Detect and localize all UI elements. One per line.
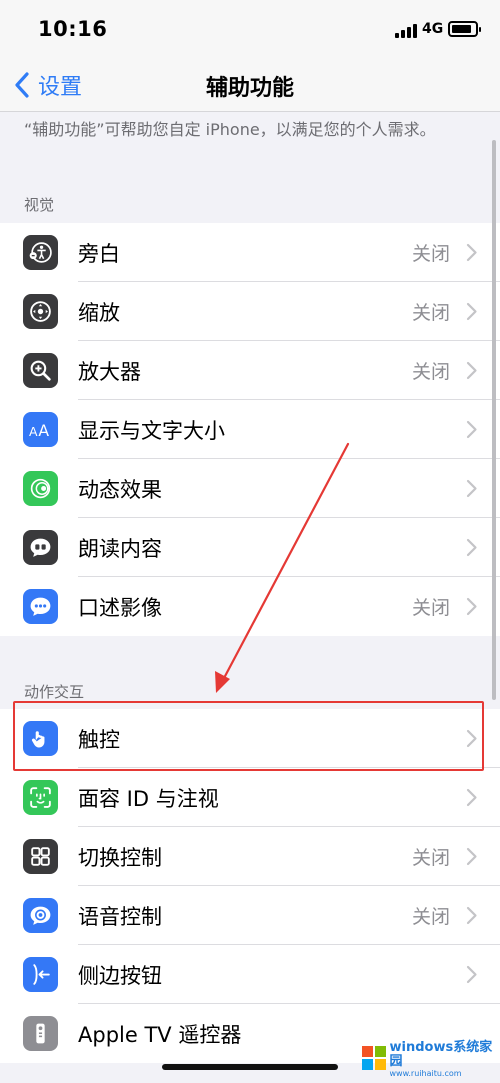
chevron-right-icon <box>466 538 477 557</box>
svg-text:A: A <box>38 422 49 440</box>
row-label: 旁白 <box>78 241 120 266</box>
switch-control-icon <box>23 839 58 874</box>
status-time: 10:16 <box>38 17 108 41</box>
chevron-right-icon <box>466 302 477 321</box>
svg-text:A: A <box>29 424 38 439</box>
section-header-physical-motor: 动作交互 <box>24 683 85 701</box>
chevron-right-icon <box>466 243 477 262</box>
row-value: 关闭 <box>411 847 450 869</box>
watermark: windows系统家园 www.ruihaitu.com <box>362 1040 494 1078</box>
row-label: 缩放 <box>78 300 120 325</box>
status-bar: 10:16 4G <box>0 0 500 58</box>
chevron-right-icon <box>466 965 477 984</box>
row-audio-descriptions[interactable]: 口述影像 关闭 <box>0 577 500 636</box>
row-magnifier[interactable]: 放大器 关闭 <box>0 341 500 400</box>
row-value: 关闭 <box>411 243 450 265</box>
windows-logo-icon <box>362 1046 386 1072</box>
chevron-right-icon <box>466 420 477 439</box>
text-size-icon: AA <box>23 412 58 447</box>
row-spoken-content[interactable]: 朗读内容 <box>0 518 500 577</box>
page-description: “辅助功能”可帮助您自定 iPhone，以满足您的个人需求。 <box>24 120 436 139</box>
row-label: 放大器 <box>78 359 141 384</box>
home-indicator[interactable] <box>162 1064 338 1070</box>
row-face-id-attention[interactable]: 面容 ID 与注视 <box>0 768 500 827</box>
chevron-right-icon <box>466 788 477 807</box>
row-motion[interactable]: 动态效果 <box>0 459 500 518</box>
row-label: 动态效果 <box>78 477 162 502</box>
row-label: 口述影像 <box>78 595 162 620</box>
row-value: 关闭 <box>411 597 450 619</box>
navigation-bar: 设置 辅助功能 <box>0 58 500 112</box>
row-voice-control[interactable]: 语音控制 关闭 <box>0 886 500 945</box>
row-value: 关闭 <box>411 361 450 383</box>
spoken-content-icon <box>23 530 58 565</box>
chevron-right-icon <box>466 479 477 498</box>
chevron-right-icon <box>466 847 477 866</box>
face-id-icon <box>23 780 58 815</box>
row-label: 面容 ID 与注视 <box>78 786 219 811</box>
row-label: 朗读内容 <box>78 536 162 561</box>
annotation-highlight-box <box>13 701 484 771</box>
motion-icon <box>23 471 58 506</box>
voice-control-icon <box>23 898 58 933</box>
network-type: 4G <box>422 21 444 37</box>
chevron-right-icon <box>466 597 477 616</box>
row-side-button[interactable]: 侧边按钮 <box>0 945 500 1004</box>
chevron-right-icon <box>466 361 477 380</box>
row-value: 关闭 <box>411 906 450 928</box>
battery-icon <box>448 21 481 37</box>
side-button-icon <box>23 957 58 992</box>
watermark-text: windows系统家园 <box>389 1039 493 1069</box>
scrollbar[interactable] <box>492 140 496 700</box>
magnifier-icon <box>23 353 58 388</box>
audio-description-icon <box>23 589 58 624</box>
watermark-url: www.ruihaitu.com <box>389 1068 462 1078</box>
settings-group-vision: 旁白 关闭 缩放 关闭 放大器 关闭 AA 显示与文字大小 动态效果 朗读内容 … <box>0 223 500 636</box>
row-zoom[interactable]: 缩放 关闭 <box>0 282 500 341</box>
chevron-right-icon <box>466 906 477 925</box>
row-label: 切换控制 <box>78 845 162 870</box>
page-title: 辅助功能 <box>205 76 294 101</box>
row-switch-control[interactable]: 切换控制 关闭 <box>0 827 500 886</box>
row-label: 显示与文字大小 <box>78 418 225 443</box>
row-display-text-size[interactable]: AA 显示与文字大小 <box>0 400 500 459</box>
section-header-vision: 视觉 <box>24 196 55 214</box>
row-label: Apple TV 遥控器 <box>78 1022 242 1047</box>
zoom-icon <box>23 294 58 329</box>
apple-tv-remote-icon <box>23 1016 58 1051</box>
row-voiceover[interactable]: 旁白 关闭 <box>0 223 500 282</box>
cellular-signal-icon <box>395 22 417 38</box>
row-value: 关闭 <box>411 302 450 324</box>
row-label: 侧边按钮 <box>78 963 162 988</box>
voiceover-icon <box>23 235 58 270</box>
row-label: 语音控制 <box>78 904 162 929</box>
